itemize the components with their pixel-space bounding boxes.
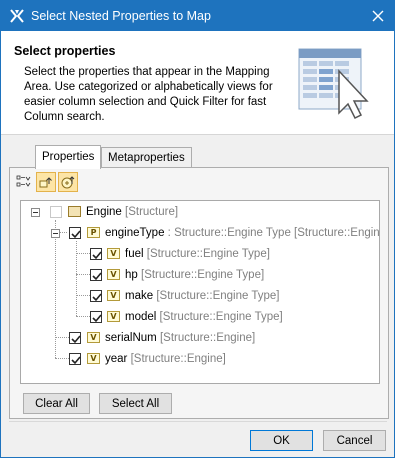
tree-row-engine[interactable]: Engine [Structure]	[21, 202, 377, 223]
tree-row-enginetype[interactable]: P engineType : Structure::Engine Type [S…	[21, 223, 380, 244]
categorized-view-button[interactable]	[58, 172, 78, 192]
tree-row-type: [Structure]	[125, 206, 179, 218]
header-description: Select the properties that appear in the…	[24, 66, 273, 123]
checkmark-icon	[92, 251, 102, 260]
header-title: Select properties	[14, 44, 116, 58]
tree-row-serialnum[interactable]: V serialNum [Structure::Engine]	[21, 328, 377, 349]
tabs-area: Properties Metaproperties Engine [Struct…	[9, 145, 389, 421]
properties-tab-panel: Engine [Structure] P engineType : Struct…	[9, 167, 389, 419]
tree-row-type: [Structure::Engine]	[130, 353, 226, 365]
checkbox-model[interactable]	[90, 311, 102, 323]
tree-row-type: [Structure::Engine]	[294, 227, 380, 239]
collapse-toggle[interactable]	[51, 229, 60, 238]
tree-row-name: fuel	[125, 248, 144, 260]
checkbox-make[interactable]	[90, 290, 102, 302]
checkbox-serialnum[interactable]	[69, 332, 81, 344]
tree-row-name: hp	[125, 269, 138, 281]
value-property-icon: V	[107, 248, 120, 259]
checkbox-year[interactable]	[69, 353, 81, 365]
checkbox-enginetype[interactable]	[69, 227, 81, 239]
value-property-icon: V	[87, 332, 100, 343]
value-property-icon: V	[107, 290, 120, 301]
checkmark-icon	[92, 272, 102, 281]
categorized-view-icon	[61, 176, 75, 189]
tree-row-make[interactable]: V make [Structure::Engine Type]	[21, 286, 377, 307]
properties-tree: Engine [Structure] P engineType : Struct…	[20, 200, 380, 384]
clear-all-button[interactable]: Clear All	[23, 393, 90, 414]
ok-button[interactable]: OK	[250, 430, 313, 451]
checkmark-icon	[92, 293, 102, 302]
show-inherited-button[interactable]	[36, 172, 56, 192]
tree-row-name: model	[125, 311, 157, 323]
tree-row-type: [Structure::Engine]	[159, 332, 256, 344]
tree-toolbar	[14, 172, 78, 192]
checkmark-icon	[71, 335, 81, 344]
tree-row-name: engineType	[105, 227, 165, 239]
tree-row-name: Engine	[86, 206, 122, 218]
tree-row-year[interactable]: V year [Structure::Engine]	[21, 349, 377, 370]
checkbox-fuel[interactable]	[90, 248, 102, 260]
close-button[interactable]	[362, 1, 394, 31]
checkbox-hp[interactable]	[90, 269, 102, 281]
block-icon	[68, 206, 81, 217]
checkbox-engine[interactable]	[50, 206, 62, 218]
tree-row-type: [Structure::Engine Type]	[159, 311, 283, 323]
table-illustration-icon	[295, 41, 377, 126]
tree-row-type: [Structure::Engine Type]	[156, 290, 280, 302]
tree-row-name: year	[105, 353, 128, 365]
value-property-icon: V	[107, 311, 120, 322]
tree-row-hp[interactable]: V hp [Structure::Engine Type]	[21, 265, 377, 286]
value-property-icon: V	[107, 269, 120, 280]
sort-alphabetical-button[interactable]	[14, 172, 34, 192]
tree-row-model[interactable]: V model [Structure::Engine Type]	[21, 307, 377, 328]
property-icon: P	[87, 227, 100, 238]
tab-properties[interactable]: Properties	[35, 145, 102, 169]
app-logo-icon	[9, 8, 25, 24]
title-bar: Select Nested Properties to Map	[1, 1, 394, 31]
tree-row-name: serialNum	[105, 332, 157, 344]
window-title: Select Nested Properties to Map	[31, 9, 211, 23]
checkmark-icon	[71, 356, 81, 365]
tree-row-name: make	[125, 290, 154, 302]
tree-row-type: [Structure::Engine Type]	[141, 269, 265, 281]
dialog-window: Select Nested Properties to Map Select p…	[0, 0, 395, 458]
tree-row-typed-by: Structure::Engine Type	[174, 227, 291, 239]
footer-divider	[9, 421, 387, 422]
tree-row-fuel[interactable]: V fuel [Structure::Engine Type]	[21, 244, 377, 265]
checkmark-icon	[92, 314, 102, 323]
checkmark-icon	[71, 230, 81, 239]
value-property-icon: V	[87, 353, 100, 364]
header-panel: Select properties Select the properties …	[1, 31, 394, 135]
show-inherited-icon	[39, 177, 52, 188]
cancel-button[interactable]: Cancel	[323, 430, 386, 451]
tab-metaproperties[interactable]: Metaproperties	[101, 147, 192, 168]
select-all-button[interactable]: Select All	[99, 393, 172, 414]
sort-alphabetical-icon	[16, 175, 31, 187]
tree-row-type: [Structure::Engine Type]	[146, 248, 270, 260]
collapse-toggle[interactable]	[31, 208, 40, 217]
close-icon	[372, 10, 384, 22]
